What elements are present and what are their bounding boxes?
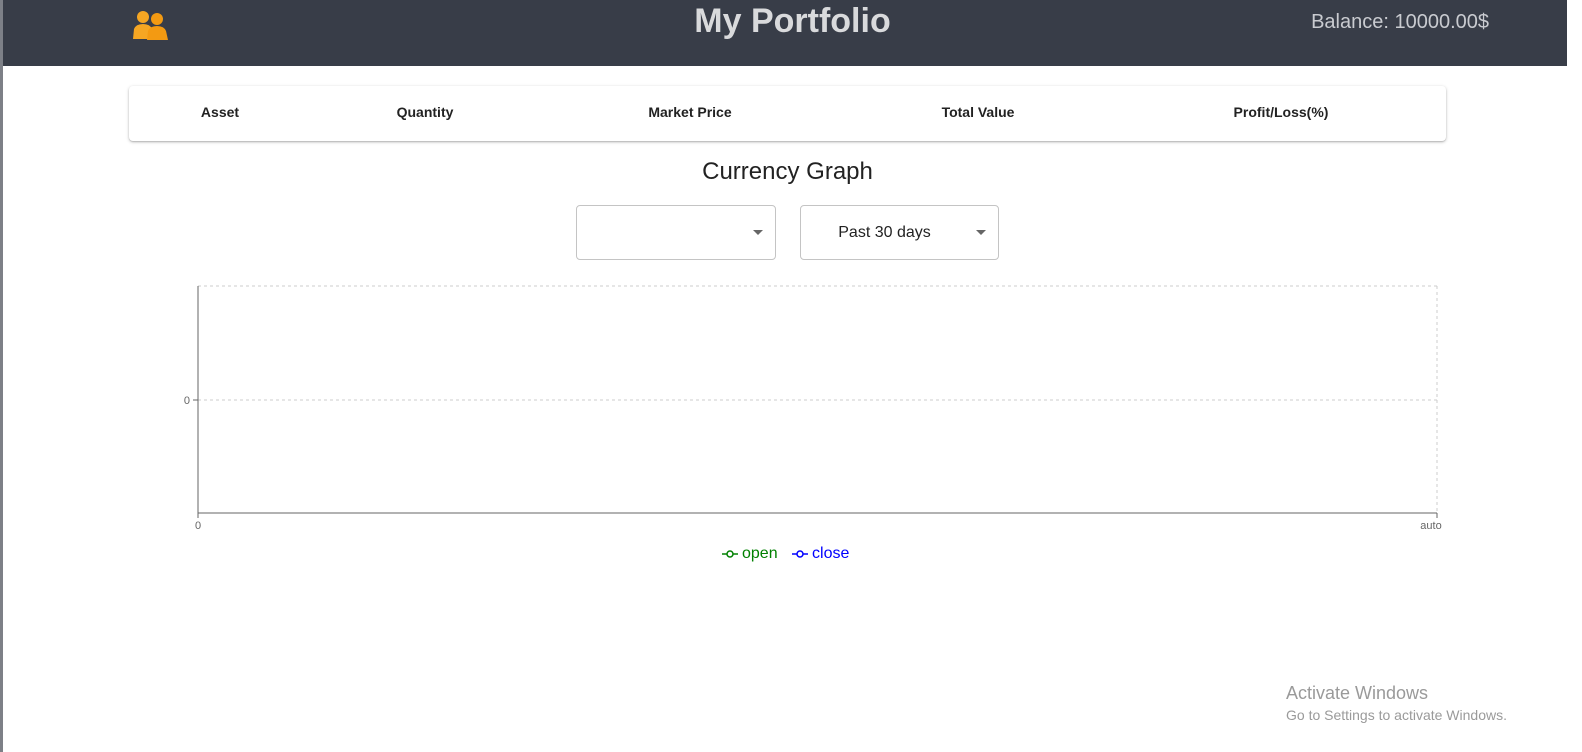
x-tick-label: auto xyxy=(1420,520,1441,532)
watermark-title: Activate Windows xyxy=(1286,683,1429,703)
scrollbar-track[interactable] xyxy=(1567,0,1582,752)
activation-watermark: Activate Windows Go to Settings to activ… xyxy=(1286,682,1507,726)
legend-label-close: close xyxy=(812,545,850,562)
currency-chart: 0 0 auto xyxy=(184,285,1442,532)
watermark-subtitle: Go to Settings to activate Windows. xyxy=(1286,707,1507,723)
legend-label-open: open xyxy=(742,545,778,562)
legend-item-open[interactable]: open xyxy=(722,545,778,563)
line-marker-icon xyxy=(792,550,809,558)
x-tick-label: 0 xyxy=(195,520,201,532)
chart-legend: open close xyxy=(722,545,859,564)
legend-item-close[interactable]: close xyxy=(792,545,849,563)
y-tick-label: 0 xyxy=(184,395,190,407)
line-marker-icon xyxy=(722,550,738,558)
